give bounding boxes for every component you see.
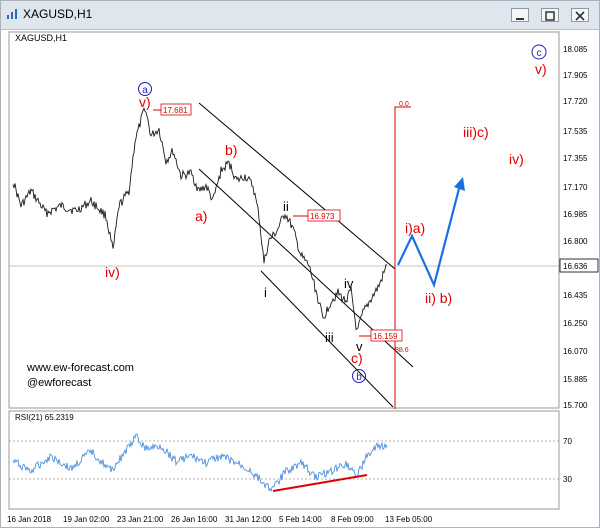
- wave-label-iiic: iii)c): [463, 124, 489, 140]
- wave-circle-c-label: c: [537, 48, 542, 59]
- maximize-icon: [545, 11, 555, 21]
- price-tick: 17.720: [563, 97, 588, 106]
- wave-label-iii: iii: [325, 330, 334, 345]
- time-tick: 5 Feb 14:00: [279, 515, 322, 524]
- wave-label-ii: ii: [283, 199, 289, 214]
- symbol-label: XAGUSD,H1: [15, 33, 67, 43]
- chart-icon: [7, 9, 17, 19]
- maximize-button[interactable]: [541, 8, 559, 22]
- price-tick: 17.905: [563, 71, 588, 80]
- time-axis: 16 Jan 2018 19 Jan 02:00 23 Jan 21:00 26…: [7, 515, 433, 524]
- wave-label-v-right: v): [535, 61, 547, 77]
- price-chart[interactable]: XAGUSD,H1 18.085 17.905 17.720 17.535 17…: [1, 30, 599, 527]
- fib-level-886: 88.6: [395, 347, 409, 354]
- fib-level-0: 0.0: [399, 101, 409, 108]
- close-icon: [575, 11, 585, 21]
- price-tick: 15.700: [563, 401, 588, 410]
- level-box-16159-label: 16.159: [373, 332, 398, 341]
- watermark-handle: @ewforecast: [27, 377, 91, 389]
- price-tick: 17.170: [563, 183, 588, 192]
- wave-label-v-top: v): [139, 94, 151, 110]
- wave-label-v: v: [356, 339, 363, 354]
- minimize-icon: [516, 18, 524, 20]
- wave-label-a: a): [195, 208, 207, 224]
- wave-label-ia: i)a): [405, 220, 425, 236]
- level-box-16973-label: 16.973: [310, 212, 335, 221]
- time-tick: 8 Feb 09:00: [331, 515, 374, 524]
- minimize-button[interactable]: [511, 8, 529, 22]
- wave-label-i: i: [264, 285, 267, 300]
- time-tick: 26 Jan 16:00: [171, 515, 218, 524]
- close-button[interactable]: [571, 8, 589, 22]
- time-tick: 13 Feb 05:00: [385, 515, 433, 524]
- price-tick: 17.355: [563, 154, 588, 163]
- price-tick: 17.535: [563, 127, 588, 136]
- wave-label-iib: ii) b): [425, 290, 452, 306]
- wave-label-iv-left: iv): [105, 264, 120, 280]
- wave-label-b: b): [225, 142, 237, 158]
- price-tick: 15.885: [563, 375, 588, 384]
- title-bar: XAGUSD,H1: [1, 1, 599, 30]
- price-tick: 16.800: [563, 237, 588, 246]
- wave-label-iv: iv: [344, 276, 354, 291]
- time-tick: 16 Jan 2018: [7, 515, 52, 524]
- rsi-level-30-label: 30: [563, 475, 572, 484]
- window-title: XAGUSD,H1: [23, 7, 93, 21]
- level-box-17681-label: 17.681: [163, 106, 188, 115]
- price-tick: 16.070: [563, 347, 588, 356]
- price-tick: 18.085: [563, 45, 588, 54]
- price-tick: 16.985: [563, 210, 588, 219]
- price-axis: 18.085 17.905 17.720 17.535 17.355 17.17…: [563, 45, 588, 410]
- wave-circle-b-label: b: [356, 372, 362, 383]
- rsi-level-70-label: 70: [563, 437, 572, 446]
- time-tick: 23 Jan 21:00: [117, 515, 164, 524]
- price-tick: 16.435: [563, 291, 588, 300]
- wave-label-iv-right: iv): [509, 151, 524, 167]
- watermark-site: www.ew-forecast.com: [26, 362, 134, 374]
- current-price-label: 16.636: [563, 262, 588, 271]
- price-tick: 16.250: [563, 319, 588, 328]
- chart-window: XAGUSD,H1 XAGUSD,H1 18.085 17.905 17.720…: [0, 0, 600, 528]
- main-plot-area: [8, 31, 560, 409]
- time-tick: 19 Jan 02:00: [63, 515, 110, 524]
- rsi-label: RSI(21) 65.2319: [15, 413, 74, 422]
- rsi-plot-area: [8, 410, 560, 510]
- time-tick: 31 Jan 12:00: [225, 515, 272, 524]
